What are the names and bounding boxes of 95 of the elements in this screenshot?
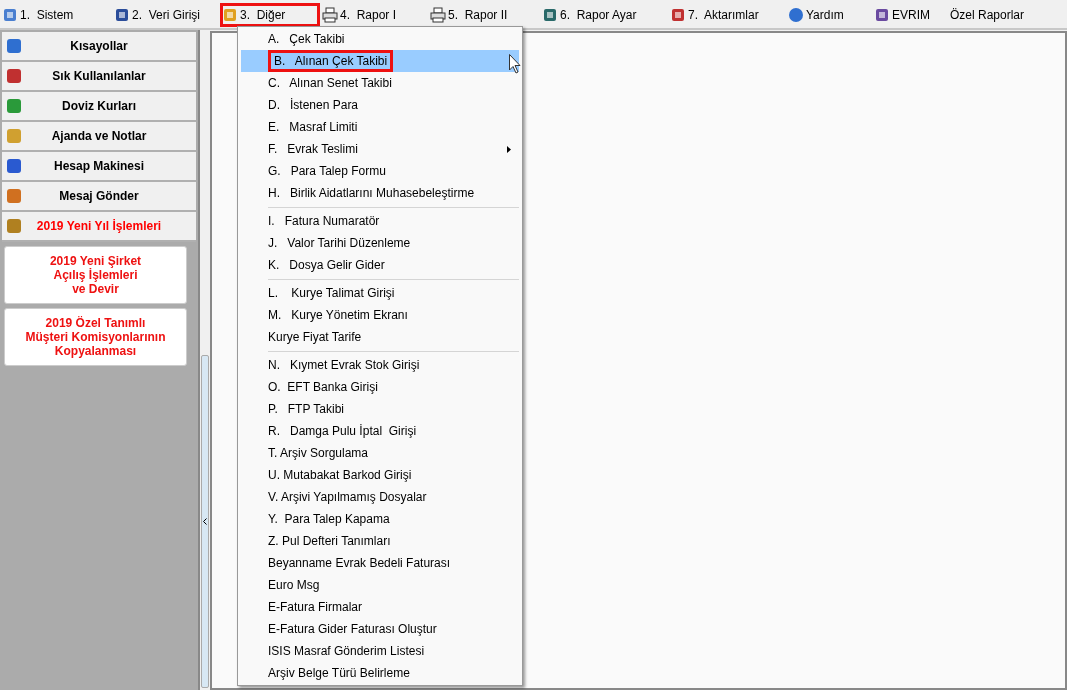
sidebar-item[interactable]: Ajanda ve Notlar	[2, 122, 196, 152]
item-label: A. Çek Takibi	[268, 31, 345, 48]
menu-item[interactable]: 7. Aktarımlar	[668, 3, 786, 27]
dropdown-item[interactable]: N. Kıymet Evrak Stok Girişi	[241, 354, 519, 376]
dropdown-item[interactable]: Euro Msg	[241, 574, 519, 596]
menu-icon	[2, 7, 18, 23]
sidebar-icon	[6, 218, 22, 234]
dropdown-item[interactable]: A. Çek Takibi	[241, 28, 519, 50]
item-label: Beyanname Evrak Bedeli Faturası	[268, 555, 451, 572]
sidebar-item[interactable]: Kısayollar	[2, 32, 196, 62]
item-label: P. FTP Takibi	[268, 401, 345, 418]
menu-icon	[670, 7, 686, 23]
dropdown-item[interactable]: C. Alınan Senet Takibi	[241, 72, 519, 94]
item-label: Z. Pul Defteri Tanımları	[268, 533, 391, 550]
menu-item[interactable]: Özel Raporlar	[948, 3, 1027, 27]
sidebar-icon	[6, 68, 22, 84]
dropdown-item[interactable]: Y. Para Talep Kapama	[241, 508, 519, 530]
dropdown-item[interactable]: F. Evrak Teslimi	[241, 138, 519, 160]
menu-item[interactable]: Yardım	[786, 3, 872, 27]
item-label: Arşiv Belge Türü Belirleme	[268, 665, 410, 682]
menu-item[interactable]: 1. Sistem	[0, 3, 112, 27]
dropdown-item[interactable]: Arşiv Belge Türü Belirleme	[241, 662, 519, 684]
item-label: J. Valor Tarihi Düzenleme	[268, 235, 411, 252]
item-label: L. Kurye Talimat Girişi	[268, 285, 395, 302]
sidebar-icon	[6, 158, 22, 174]
sidebar-item[interactable]: Sık Kullanılanlar	[2, 62, 196, 92]
menu-item[interactable]: 6. Rapor Ayar	[540, 3, 668, 27]
item-label: E-Fatura Gider Faturası Oluştur	[268, 621, 437, 638]
menu-icon	[542, 7, 558, 23]
item-label: E. Masraf Limiti	[268, 119, 358, 136]
sidebar-item[interactable]: Mesaj Gönder	[2, 182, 196, 212]
sidebar-icon	[6, 128, 22, 144]
item-label: I. Fatura Numaratör	[268, 213, 380, 230]
splitter-handle[interactable]	[201, 355, 209, 688]
printer-icon	[322, 7, 338, 23]
menu-item[interactable]: EVRIM	[872, 3, 948, 27]
item-label: N. Kıymet Evrak Stok Girişi	[268, 357, 420, 374]
item-label: M. Kurye Yönetim Ekranı	[268, 307, 408, 324]
dropdown-item[interactable]: ISIS Masraf Gönderim Listesi	[241, 640, 519, 662]
dropdown-item[interactable]: B. Alınan Çek Takibi	[241, 50, 519, 72]
dropdown-item[interactable]: L. Kurye Talimat Girişi	[241, 282, 519, 304]
sidebar-item[interactable]: 2019 Yeni Yıl İşlemleri	[2, 212, 196, 242]
submenu-arrow-icon	[507, 145, 511, 153]
dropdown-item[interactable]: P. FTP Takibi	[241, 398, 519, 420]
item-label: E-Fatura Firmalar	[268, 599, 362, 616]
sidebar-icon	[6, 38, 22, 54]
item-label: K. Dosya Gelir Gider	[268, 257, 385, 274]
menu-item[interactable]: 3. Diğer	[220, 3, 320, 27]
dropdown-item[interactable]: G. Para Talep Formu	[241, 160, 519, 182]
sidebar-icon	[6, 188, 22, 204]
item-label: B. Alınan Çek Takibi	[268, 50, 394, 72]
chevron-left-icon	[203, 518, 207, 525]
dropdown-item[interactable]: Beyanname Evrak Bedeli Faturası	[241, 552, 519, 574]
dropdown-item[interactable]: E-Fatura Firmalar	[241, 596, 519, 618]
item-label: R. Damga Pulu İptal Girişi	[268, 423, 417, 440]
sidebar-card-button[interactable]: 2019 Özel Tanımlı Müşteri Komisyonlarının Kopyalanması	[4, 308, 187, 366]
dropdown-item[interactable]: Z. Pul Defteri Tanımları	[241, 530, 519, 552]
menu-item[interactable]: 5. Rapor II	[428, 3, 540, 27]
item-label: C. Alınan Senet Takibi	[268, 75, 392, 92]
printer-icon	[430, 7, 446, 23]
sidebar-item[interactable]: Doviz Kurları	[2, 92, 196, 122]
dropdown-item[interactable]: J. Valor Tarihi Düzenleme	[241, 232, 519, 254]
sidebar-icon	[6, 98, 22, 114]
dropdown-item[interactable]: U. Mutabakat Barkod Girişi	[241, 464, 519, 486]
item-label: Euro Msg	[268, 577, 320, 594]
dropdown-item[interactable]: O. EFT Banka Girişi	[241, 376, 519, 398]
dropdown-item[interactable]: M. Kurye Yönetim Ekranı	[241, 304, 519, 326]
sidebar-item[interactable]: Hesap Makinesi	[2, 152, 196, 182]
dropdown-item[interactable]: D. İstenen Para	[241, 94, 519, 116]
item-label: F. Evrak Teslimi	[268, 141, 358, 158]
item-label: Kurye Fiyat Tarife	[268, 329, 362, 346]
menu-icon	[222, 7, 238, 23]
item-label: D. İstenen Para	[268, 97, 359, 114]
dropdown-item[interactable]: H. Birlik Aidatlarını Muhasebeleştirme	[241, 182, 519, 204]
dropdown-item[interactable]: T. Arşiv Sorgulama	[241, 442, 519, 464]
item-label: T. Arşiv Sorgulama	[268, 445, 369, 462]
item-label: H. Birlik Aidatlarını Muhasebeleştirme	[268, 185, 475, 202]
dropdown-item[interactable]: E-Fatura Gider Faturası Oluştur	[241, 618, 519, 640]
menu-item[interactable]: 2. Veri Girişi	[112, 3, 220, 27]
menu-item[interactable]: 4. Rapor I	[320, 3, 428, 27]
menu-icon	[874, 7, 890, 23]
dropdown-item[interactable]: R. Damga Pulu İptal Girişi	[241, 420, 519, 442]
dropdown-item[interactable]: I. Fatura Numaratör	[241, 210, 519, 232]
item-label: U. Mutabakat Barkod Girişi	[268, 467, 412, 484]
item-label: V. Arşivi Yapılmamış Dosyalar	[268, 489, 427, 506]
menu-icon	[114, 7, 130, 23]
item-label: ISIS Masraf Gönderim Listesi	[268, 643, 425, 660]
dropdown-item[interactable]: K. Dosya Gelir Gider	[241, 254, 519, 276]
item-label: G. Para Talep Formu	[268, 163, 386, 180]
dropdown-item[interactable]: Kurye Fiyat Tarife	[241, 326, 519, 348]
item-label: Y. Para Talep Kapama	[268, 511, 390, 528]
dropdown-item[interactable]: V. Arşivi Yapılmamış Dosyalar	[241, 486, 519, 508]
sidebar-card-button[interactable]: 2019 Yeni Şirket Açılış İşlemleri ve Devir	[4, 246, 187, 304]
dropdown-item[interactable]: E. Masraf Limiti	[241, 116, 519, 138]
item-label: O. EFT Banka Girişi	[268, 379, 378, 396]
